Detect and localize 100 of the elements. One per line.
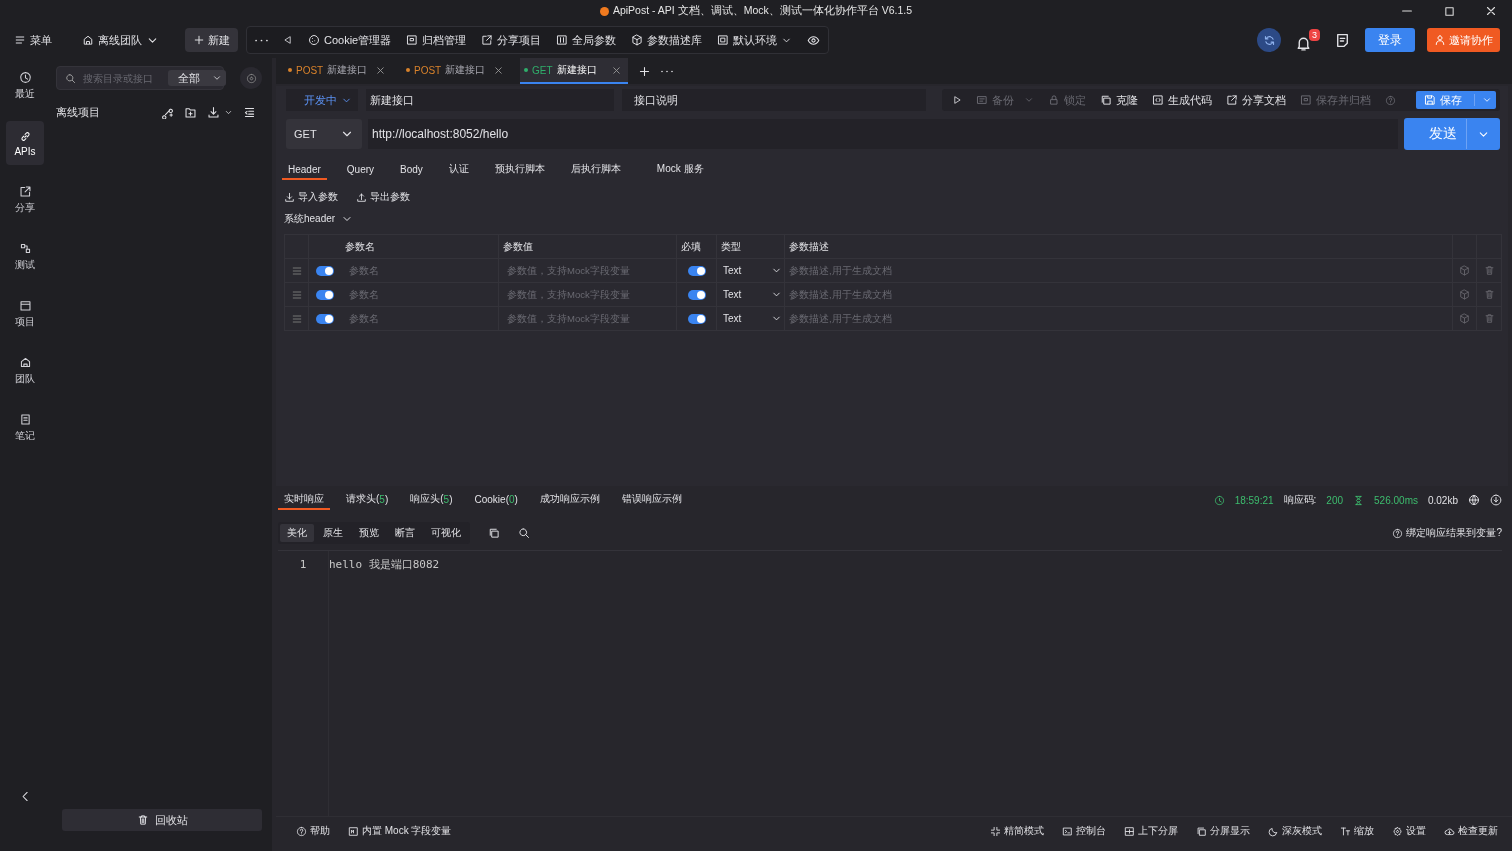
request-section-tab[interactable]: 预执行脚本 [488, 160, 551, 180]
param-action-button[interactable]: 导入参数 [284, 190, 338, 204]
download-button[interactable] [1490, 494, 1502, 506]
system-header-toggle[interactable]: 系统header [276, 204, 354, 226]
method-dropdown[interactable]: GET [286, 119, 362, 149]
response-tab[interactable]: 成功响应示例 [533, 490, 606, 510]
scroll-left-button[interactable] [283, 35, 293, 45]
import-button[interactable] [207, 106, 233, 119]
globe-button[interactable] [1468, 494, 1480, 506]
required-toggle[interactable] [687, 265, 706, 276]
toolbar-item[interactable]: Cookie管理器 [308, 32, 392, 48]
nodes-icon [161, 106, 174, 119]
request-section-tab[interactable]: Query [340, 160, 381, 180]
toolbar-item[interactable]: 参数描述库 [631, 32, 703, 48]
footer-button[interactable]: 设置 [1392, 824, 1426, 838]
request-section-tab[interactable]: 后执行脚本 [564, 160, 627, 180]
trash-button[interactable]: 回收站 [62, 809, 262, 831]
toolbar-item[interactable]: 归档管理 [406, 32, 467, 48]
status-dropdown[interactable]: 开发中 [286, 89, 358, 111]
action-button[interactable]: 分享文档 [1226, 92, 1286, 108]
param-name-field[interactable]: 参数名 [345, 283, 498, 306]
docs-button[interactable] [1334, 31, 1351, 49]
nav-item[interactable]: 项目 [6, 292, 44, 336]
nav-item[interactable]: 分享 [6, 178, 44, 222]
enable-toggle[interactable] [316, 289, 334, 300]
api-name-field[interactable]: 新建接口 [366, 89, 614, 111]
view-tab[interactable]: 可视化 [424, 524, 468, 542]
type-dropdown[interactable]: Text [717, 265, 784, 276]
drag-handle-icon [290, 312, 303, 325]
footer-button[interactable]: 上下分屏 [1124, 824, 1178, 838]
footer-button[interactable]: 精简模式 [990, 824, 1044, 838]
response-tab[interactable]: 实时响应 [278, 490, 330, 510]
environment-dropdown[interactable]: 默认环境 [717, 32, 793, 48]
new-api-button[interactable] [161, 106, 174, 119]
footer-button[interactable]: 分屏显示 [1196, 824, 1250, 838]
request-section-tab[interactable]: Mock 服务 [650, 160, 710, 180]
view-tab[interactable]: 美化 [280, 524, 314, 542]
bind-variable-link[interactable]: 绑定响应结果到变量? [1392, 526, 1502, 540]
link-icon [18, 129, 32, 143]
footer-button[interactable]: 内置 Mock 字段变量 [348, 824, 452, 838]
toolbar-item[interactable]: 全局参数 [556, 32, 617, 48]
type-dropdown[interactable]: Text [717, 289, 784, 300]
new-folder-button[interactable] [184, 106, 197, 119]
outdent-button[interactable] [243, 106, 256, 119]
request-tab[interactable]: POST 新建接口 [402, 58, 510, 84]
request-section-tab[interactable]: Header [282, 160, 327, 180]
view-tab[interactable]: 断言 [388, 524, 422, 542]
save-button[interactable]: 保存 [1416, 91, 1496, 109]
login-button[interactable]: 登录 [1365, 28, 1415, 52]
request-section-tab[interactable]: 认证 [442, 160, 475, 180]
enable-toggle[interactable] [316, 265, 334, 276]
request-section-tab[interactable]: Body [394, 160, 429, 180]
new-button[interactable]: 新建 [185, 28, 238, 52]
view-tab[interactable]: 预览 [352, 524, 386, 542]
save-icon [1424, 94, 1436, 106]
eye-button[interactable] [807, 33, 821, 47]
nav-item[interactable]: APIs [6, 121, 44, 165]
view-tab[interactable]: 原生 [316, 524, 350, 542]
sync-button[interactable] [1257, 28, 1281, 52]
locate-button[interactable] [240, 67, 262, 89]
url-field[interactable]: http://localhost:8052/hello [368, 119, 1398, 149]
team-dropdown[interactable]: 离线团队 [82, 32, 159, 48]
nav-item[interactable]: 团队 [6, 349, 44, 393]
response-tab[interactable]: 响应头(5) [404, 490, 459, 510]
toolbar-item[interactable]: 分享项目 [481, 32, 542, 48]
notifications-button[interactable]: 3 [1295, 28, 1320, 52]
param-name-field[interactable]: 参数名 [345, 307, 498, 330]
add-tab-button[interactable] [638, 64, 651, 78]
footer-button[interactable]: 深灰模式 [1268, 824, 1322, 838]
nav-item[interactable]: 最近 [6, 64, 44, 108]
footer-button[interactable]: 检查更新 [1444, 824, 1498, 838]
request-tab[interactable]: POST 新建接口 [284, 58, 392, 84]
more-button[interactable] [661, 69, 673, 73]
column-header: 参数值 [499, 235, 677, 258]
menu-button[interactable]: 菜单 [14, 32, 52, 48]
type-dropdown[interactable]: Text [717, 313, 784, 324]
footer-button[interactable]: 帮助 [296, 824, 330, 838]
more-button[interactable] [255, 38, 268, 42]
nav-item[interactable]: 测试 [6, 235, 44, 279]
action-button[interactable]: 生成代码 [1152, 92, 1212, 108]
param-name-field[interactable]: 参数名 [345, 259, 498, 282]
response-tab[interactable]: Cookie(0) [468, 490, 524, 510]
footer-button[interactable]: 缩放 [1340, 824, 1374, 838]
search-button[interactable] [518, 527, 530, 539]
enable-toggle[interactable] [316, 313, 334, 324]
required-toggle[interactable] [687, 313, 706, 324]
copy-button[interactable] [488, 527, 500, 539]
footer-button[interactable]: 控制台 [1062, 824, 1106, 838]
response-tab[interactable]: 错误响应示例 [615, 490, 688, 510]
required-toggle[interactable] [687, 289, 706, 300]
nav-item[interactable]: 笔记 [6, 406, 44, 450]
run-button[interactable] [952, 95, 962, 105]
filter-dropdown[interactable]: 全部 [168, 70, 226, 86]
param-action-button[interactable]: 导出参数 [356, 190, 410, 204]
request-tab[interactable]: GET 新建接口 [520, 58, 628, 84]
outdent-icon [243, 106, 256, 119]
description-label[interactable]: 接口说明 [621, 89, 926, 111]
send-button[interactable]: 发送 [1404, 118, 1500, 150]
action-button[interactable]: 克隆 [1100, 92, 1138, 108]
response-tab[interactable]: 请求头(5) [340, 490, 395, 510]
